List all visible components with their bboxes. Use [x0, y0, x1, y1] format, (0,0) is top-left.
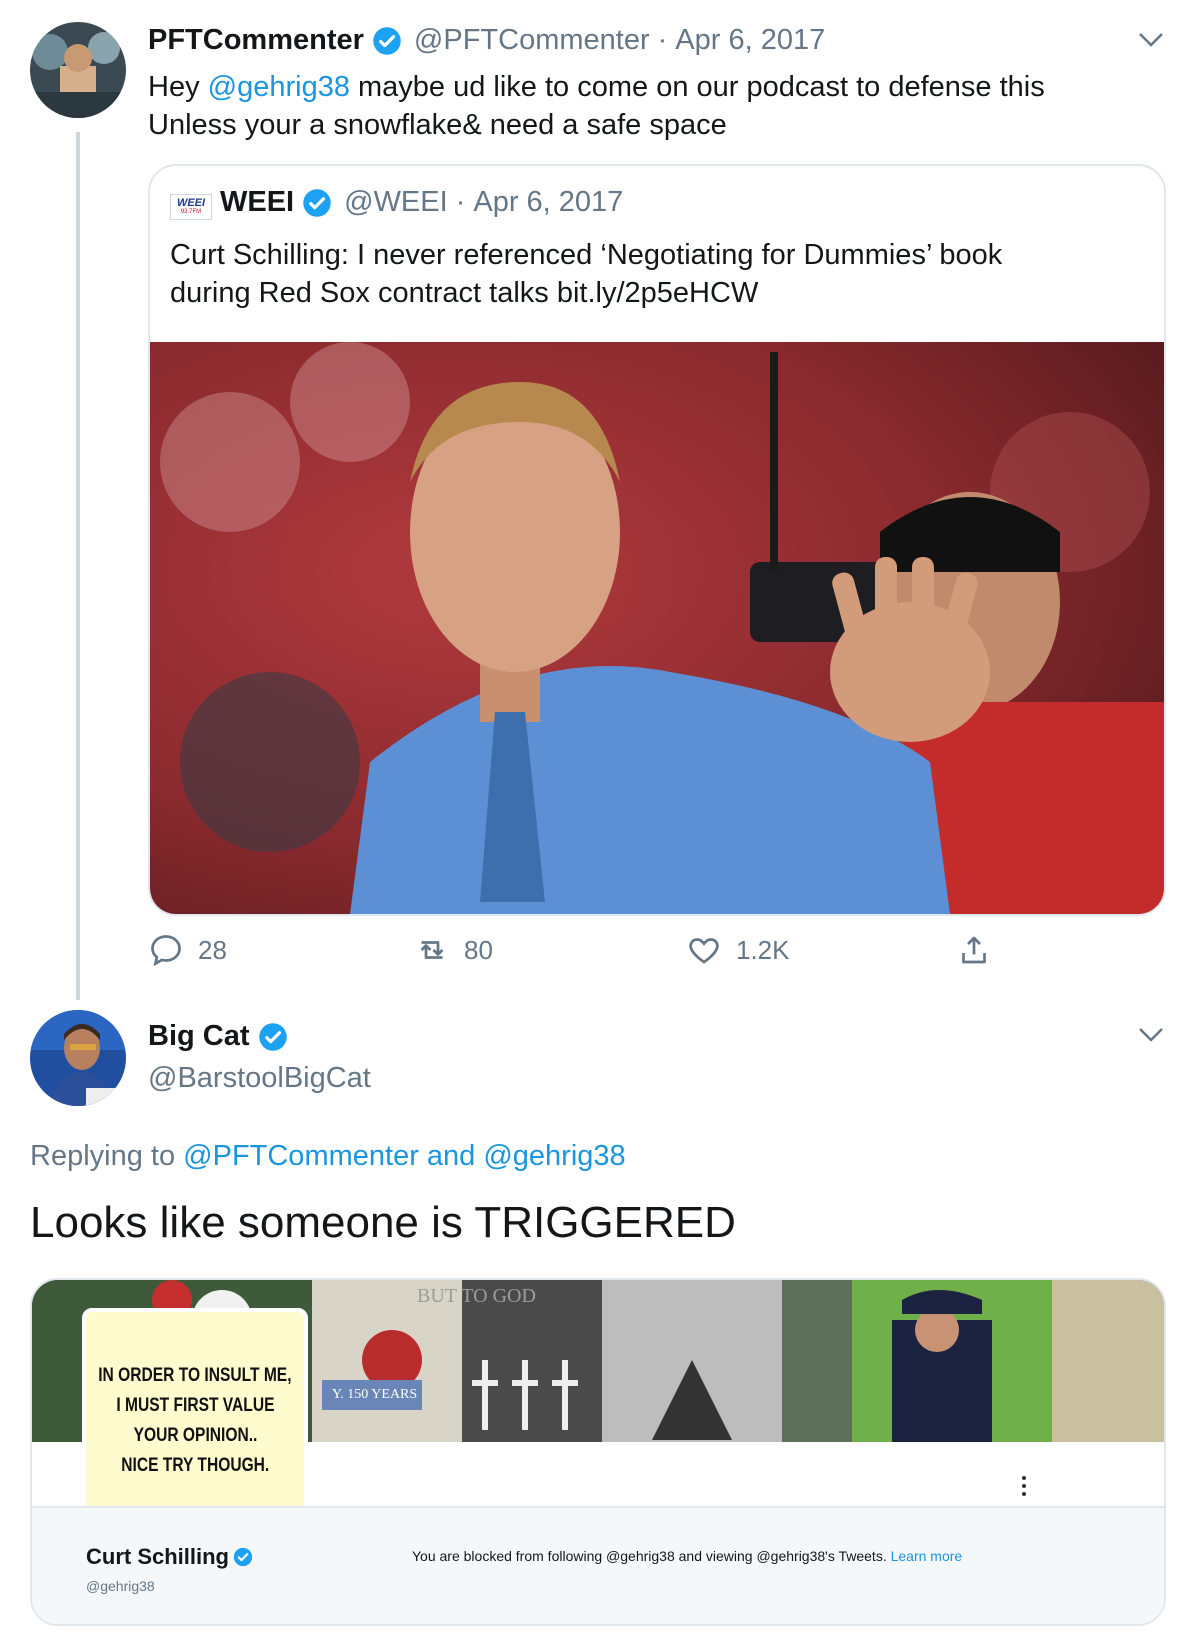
- quote-header: WEEI @WEEI · Apr 6, 2017: [220, 186, 623, 219]
- tweet1-text-rest: maybe ud like to come on our podcast to …: [349, 71, 1045, 103]
- retweet-icon: [420, 941, 444, 959]
- profile-info-section: Curt Schilling @gehrig38 You are blocked…: [32, 1506, 1164, 1624]
- profile-name: Curt Schilling: [86, 1544, 229, 1569]
- quote-handle[interactable]: @WEEI: [344, 186, 448, 219]
- weei-logo-text: WEEI: [176, 197, 206, 209]
- banner-text-1: BUT TO GOD: [417, 1285, 536, 1307]
- retweet-count: 80: [464, 934, 493, 965]
- verified-icon: [303, 188, 331, 217]
- tweet1-text: Hey @gehrig38 maybe ud like to come on o…: [148, 68, 1148, 144]
- quoted-tweet[interactable]: WEEI 93.7FM WEEI @WEEI · Apr 6, 2017 Cur…: [148, 164, 1166, 916]
- tweet1-handle[interactable]: @PFTCommenter: [414, 24, 650, 57]
- quote-separator: ·: [455, 186, 466, 218]
- pftcommenter-avatar[interactable]: [30, 22, 126, 118]
- reply-button[interactable]: 28: [148, 932, 227, 968]
- weei-logo-sub: 93.7FM: [180, 209, 202, 215]
- more-options-icon[interactable]: [1022, 1476, 1028, 1496]
- bigcat-avatar[interactable]: [30, 1010, 126, 1106]
- profile-handle: @gehrig38: [86, 1578, 155, 1594]
- tweet1-header: PFTCommenter @PFTCommenter · Apr 6, 2017: [148, 24, 825, 57]
- retweet-button[interactable]: 80: [414, 932, 493, 968]
- tweet1-text-prefix: Hey: [148, 71, 208, 103]
- quote-date: Apr 6, 2017: [473, 186, 624, 218]
- like-count: 1.2K: [736, 934, 790, 965]
- weei-logo: WEEI 93.7FM: [170, 194, 212, 220]
- profile-avatar-meme: IN ORDER TO INSULT ME, I MUST FIRST VALU…: [82, 1308, 308, 1534]
- tweet2-handle[interactable]: @BarstoolBigCat: [148, 1062, 371, 1095]
- tweet1-display-name[interactable]: PFTCommenter: [148, 24, 364, 57]
- tweet2-name-row: Big Cat: [148, 1020, 288, 1053]
- mention-link[interactable]: @gehrig38: [208, 71, 350, 103]
- tweet2-display-name[interactable]: Big Cat: [148, 1020, 250, 1053]
- banner-text-2: Y. 150 YEARS: [332, 1387, 417, 1402]
- tweet1-text-line2: Unless your a snowflake& need a safe spa…: [148, 109, 727, 141]
- reply-count: 28: [198, 934, 227, 965]
- tweet1-separator: ·: [657, 24, 668, 56]
- share-button[interactable]: [956, 932, 992, 968]
- blocked-notice: You are blocked from following @gehrig38…: [412, 1548, 962, 1564]
- thread-line: [76, 132, 80, 1000]
- meme-line-1: IN ORDER TO INSULT ME,: [98, 1365, 292, 1386]
- quote-photo[interactable]: [150, 342, 1164, 914]
- meme-line-3: YOUR OPINION..: [133, 1425, 257, 1446]
- verified-icon: [258, 1022, 287, 1051]
- quote-text: Curt Schilling: I never referenced ‘Nego…: [170, 239, 1003, 309]
- reply-icon: [151, 935, 181, 967]
- replying-to-line: Replying to @PFTCommenter and @gehrig38: [30, 1140, 626, 1173]
- verified-icon: [233, 1547, 253, 1567]
- heart-icon: [689, 938, 719, 964]
- tweet2-text: Looks like someone is TRIGGERED: [30, 1198, 736, 1247]
- attached-image[interactable]: BUT TO GOD Y. 150 YEARS IN ORDER TO INSU…: [30, 1278, 1166, 1626]
- verified-icon: [373, 26, 401, 55]
- reply-mention-2[interactable]: @gehrig38: [483, 1140, 625, 1172]
- meme-line-4: NICE TRY THOUGH.: [120, 1455, 270, 1476]
- learn-more-link[interactable]: Learn more: [891, 1548, 963, 1564]
- share-icon: [962, 936, 986, 964]
- blocked-text: You are blocked from following @gehrig38…: [412, 1548, 887, 1564]
- reply-and: and: [418, 1140, 484, 1172]
- chevron-down-icon[interactable]: [1138, 1027, 1164, 1043]
- chevron-down-icon[interactable]: [1138, 32, 1164, 48]
- reply-mention-1[interactable]: @PFTCommenter: [183, 1140, 419, 1172]
- meme-line-2: I MUST FIRST VALUE: [115, 1395, 275, 1416]
- profile-name-row: Curt Schilling: [86, 1544, 253, 1570]
- replying-label: Replying to: [30, 1140, 184, 1172]
- tweet1-date[interactable]: Apr 6, 2017: [675, 24, 825, 57]
- like-button[interactable]: 1.2K: [686, 932, 790, 968]
- quote-display-name[interactable]: WEEI: [220, 186, 294, 219]
